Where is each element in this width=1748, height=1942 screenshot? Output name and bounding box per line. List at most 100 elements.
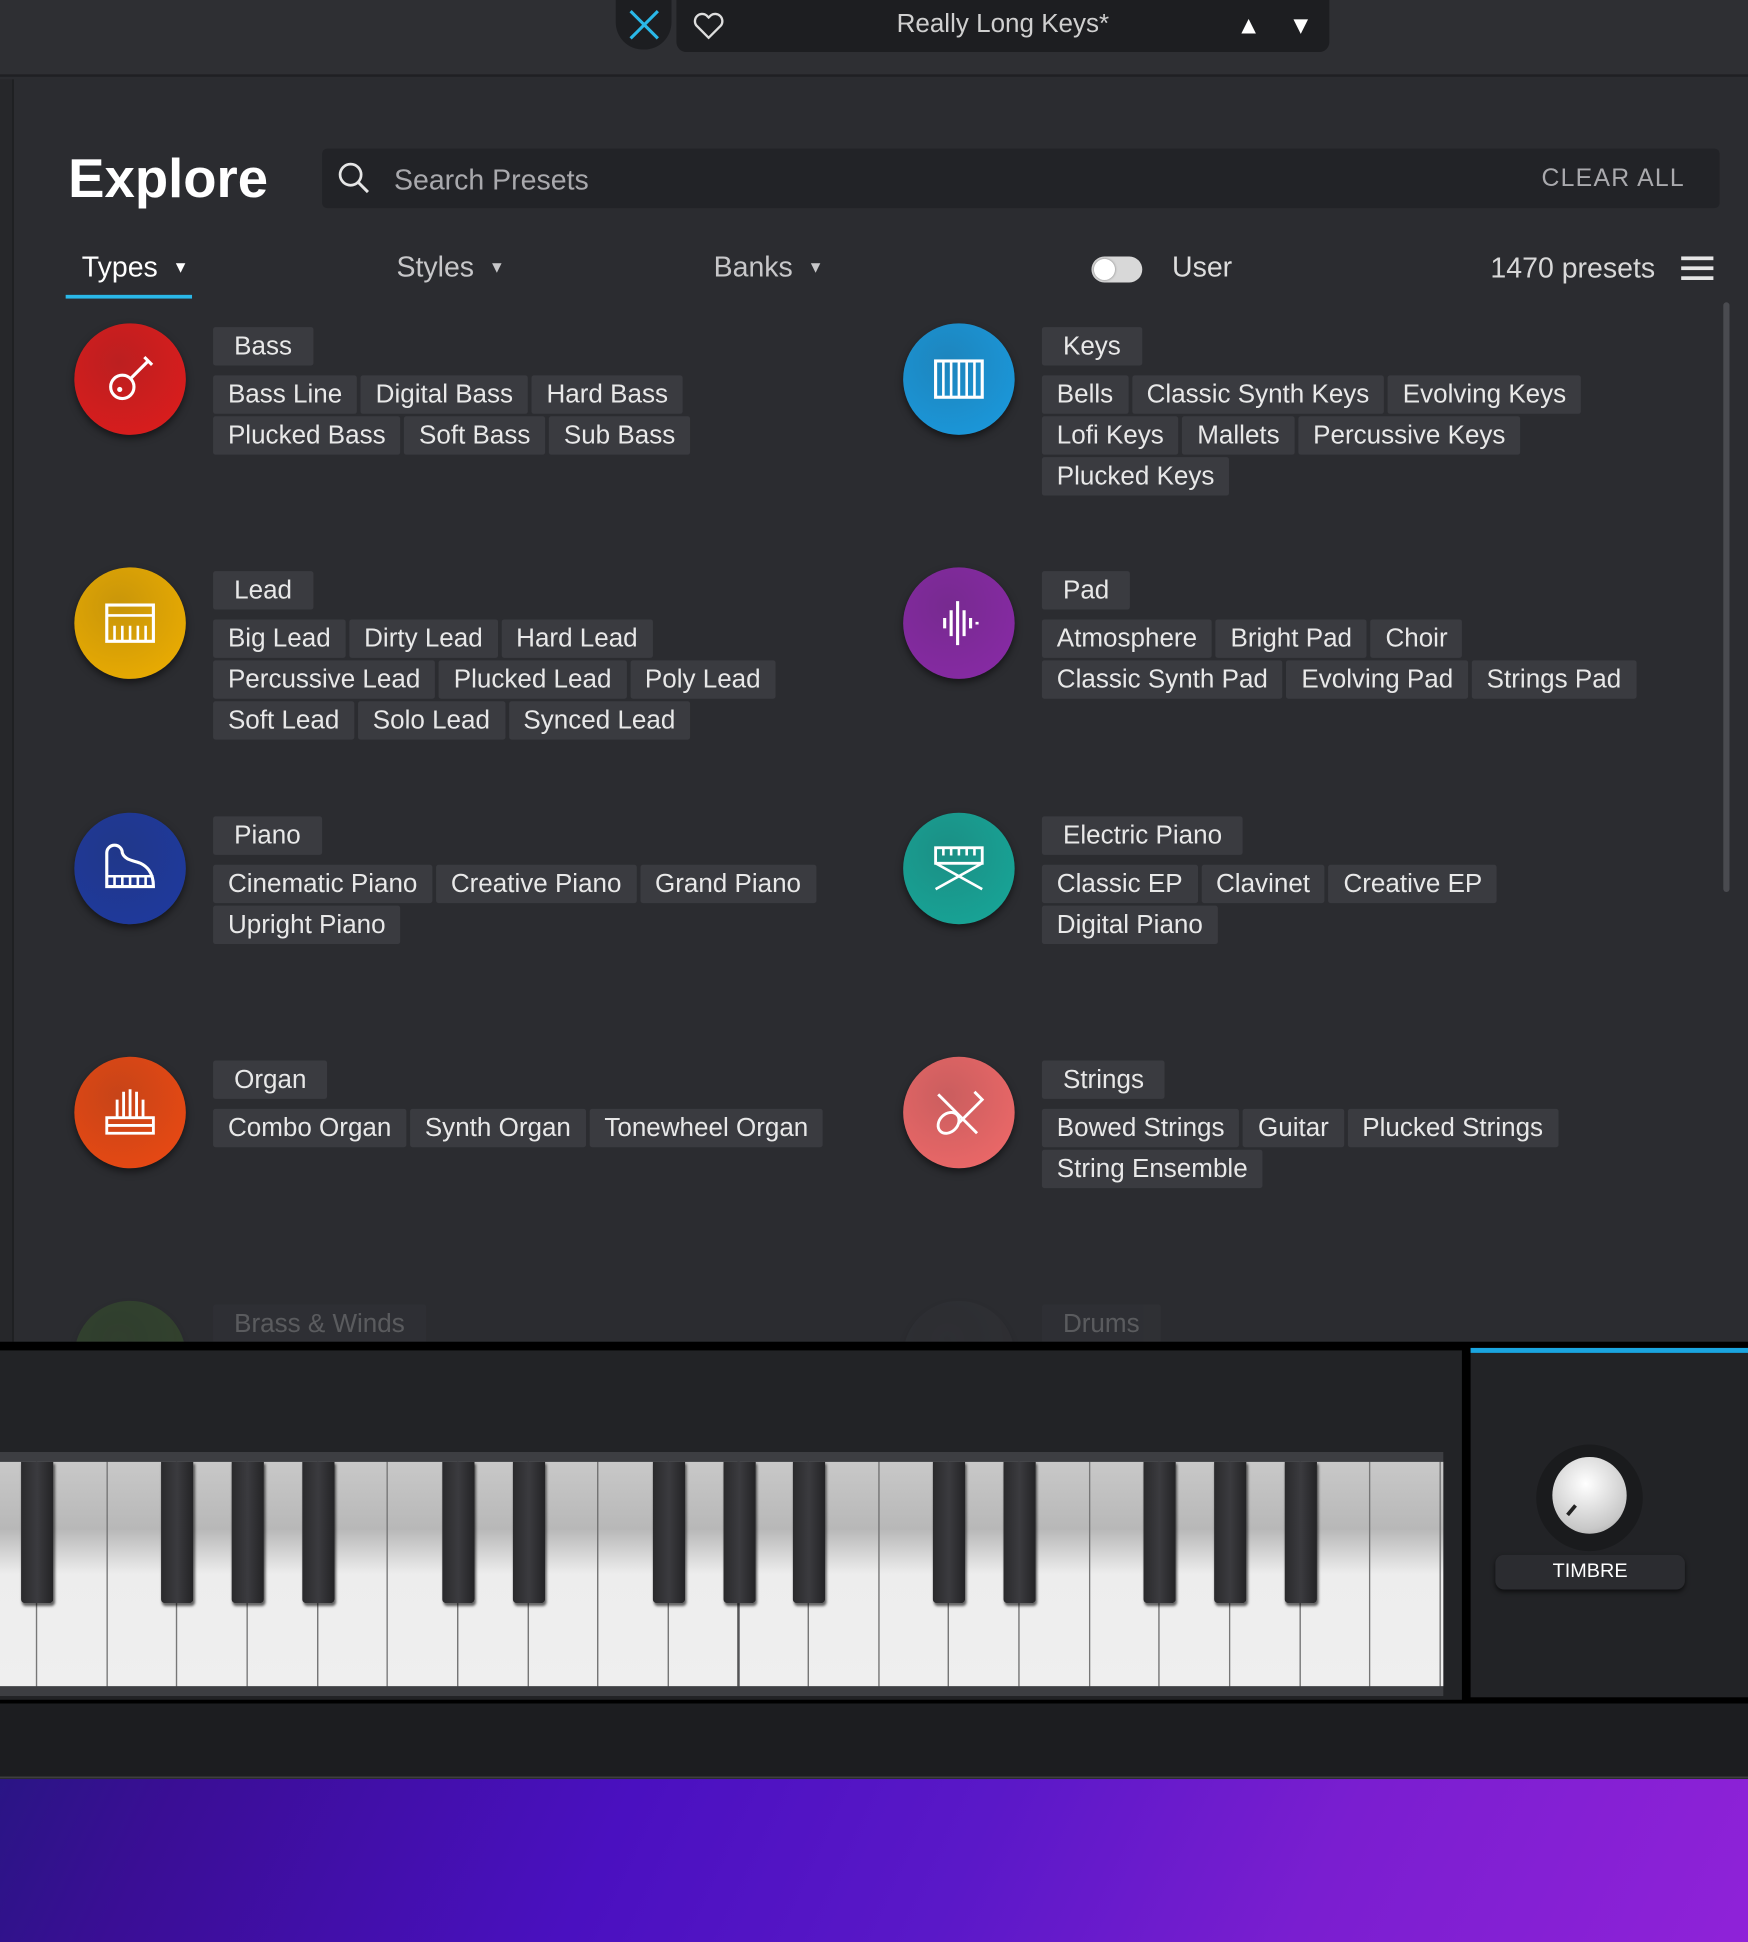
organ-category-icon[interactable] — [74, 1056, 186, 1169]
tag-list: Piano Cinematic Piano Creative Piano Grand … — [213, 816, 907, 946]
subtype-tag[interactable]: Big Lead — [213, 619, 346, 658]
subtype-tag[interactable]: Poly Lead — [630, 660, 776, 699]
search-input[interactable]: Search Presets CLEAR ALL — [322, 148, 1720, 209]
synth-category-icon[interactable] — [74, 567, 186, 679]
tab-banks[interactable]: Banks ▼ — [714, 250, 824, 283]
subtype-tag[interactable]: Classic Synth Pad — [1041, 660, 1283, 699]
subtype-tag[interactable]: Upright Piano — [213, 905, 401, 945]
subtype-tag[interactable]: Synced Lead — [508, 701, 691, 740]
violin-category-icon[interactable] — [903, 1056, 1015, 1169]
subtype-tag[interactable]: Sub Bass — [548, 416, 691, 455]
electric-piano-icon — [934, 846, 984, 891]
subtype-tag[interactable]: Plucked Lead — [438, 660, 627, 699]
subtype-tag[interactable]: Grand Piano — [640, 864, 816, 904]
subtype-tag[interactable]: Plucked Keys — [1041, 457, 1230, 496]
subtype-tag[interactable]: Solo Lead — [357, 701, 505, 740]
black-key[interactable] — [652, 1461, 685, 1604]
bottom-bar — [0, 1703, 1748, 1778]
tab-types[interactable]: Types ▼ — [82, 250, 189, 283]
category-tag[interactable]: Drums — [1041, 1304, 1161, 1342]
subtype-tag[interactable]: Dirty Lead — [349, 619, 498, 658]
black-key[interactable] — [442, 1461, 475, 1604]
subtype-tag[interactable]: Classic EP — [1041, 864, 1198, 904]
black-key[interactable] — [1003, 1461, 1036, 1604]
subtype-tag[interactable]: Bass Line — [213, 375, 358, 414]
black-key[interactable] — [231, 1461, 264, 1604]
black-key[interactable] — [722, 1461, 756, 1604]
subtype-tag[interactable]: String Ensemble — [1041, 1149, 1263, 1189]
subtype-tag[interactable]: Hard Lead — [501, 619, 653, 658]
subtype-tag[interactable]: Percussive Lead — [213, 660, 436, 699]
subtype-tag[interactable]: Lofi Keys — [1041, 416, 1179, 455]
user-toggle[interactable] — [1091, 256, 1143, 283]
subtype-tag[interactable]: Choir — [1370, 619, 1463, 658]
timbre-knob[interactable] — [1552, 1456, 1627, 1534]
subtype-tag[interactable]: Evolving Keys — [1387, 375, 1582, 414]
subtype-tag[interactable]: Classic Synth Keys — [1131, 375, 1385, 414]
black-key[interactable] — [301, 1461, 334, 1604]
electric-piano-category-icon[interactable] — [903, 812, 1015, 925]
black-key[interactable] — [512, 1461, 545, 1604]
hamburger-menu-icon[interactable] — [1681, 256, 1714, 286]
subtype-tag[interactable]: Plucked Bass — [213, 416, 401, 455]
category-tag[interactable]: Bass — [213, 327, 314, 366]
subtype-tag[interactable]: Cinematic Piano — [213, 864, 433, 904]
subtype-tag[interactable]: Combo Organ — [213, 1108, 407, 1148]
black-key[interactable] — [1284, 1461, 1317, 1604]
logo-close-button[interactable] — [615, 0, 672, 50]
category-tag[interactable]: Pad — [1041, 571, 1131, 610]
next-preset-button[interactable]: ▼ — [1288, 12, 1313, 40]
category-tag[interactable]: Lead — [213, 571, 314, 610]
preset-name[interactable]: Really Long Keys* — [676, 10, 1329, 40]
guitar-category-icon[interactable] — [74, 323, 186, 435]
subtype-tag[interactable]: Bright Pad — [1215, 619, 1367, 658]
subtype-tag[interactable]: Creative Piano — [435, 864, 637, 904]
keyboard-category-icon[interactable] — [903, 323, 1015, 435]
subtype-tag[interactable]: Bells — [1041, 375, 1129, 414]
piano-keyboard[interactable] — [0, 1451, 1444, 1697]
subtype-tag[interactable]: Clavinet — [1201, 864, 1325, 904]
subtype-tag[interactable]: Atmosphere — [1041, 619, 1212, 658]
category-tag[interactable]: Organ — [213, 1060, 328, 1099]
category-tag[interactable]: Electric Piano — [1041, 816, 1244, 855]
subtype-tag[interactable]: Mallets — [1182, 416, 1295, 455]
category-tag[interactable]: Brass & Winds — [213, 1304, 426, 1342]
subtype-tag[interactable]: Hard Bass — [531, 375, 683, 414]
black-key[interactable] — [161, 1461, 194, 1604]
subtype-tag[interactable]: Plucked Strings — [1347, 1108, 1558, 1148]
subtype-tag[interactable]: Percussive Keys — [1298, 416, 1521, 455]
subtype-tag[interactable]: Digital Bass — [360, 375, 528, 414]
subtype-tag[interactable]: Bowed Strings — [1041, 1108, 1240, 1148]
black-key[interactable] — [1214, 1461, 1247, 1604]
subtype-tag[interactable]: Creative EP — [1328, 864, 1498, 904]
black-key[interactable] — [1143, 1461, 1177, 1604]
subtype-tag[interactable]: Guitar — [1243, 1108, 1344, 1148]
previous-preset-button[interactable]: ▲ — [1236, 12, 1261, 40]
black-key[interactable] — [21, 1461, 54, 1604]
category-tag[interactable]: Piano — [213, 816, 322, 855]
subtype-tag[interactable]: Digital Piano — [1041, 905, 1218, 945]
controls-panel: TIMBRE — [1470, 1347, 1748, 1698]
category-tag[interactable]: Strings — [1041, 1060, 1166, 1099]
subtype-tag[interactable]: Synth Organ — [409, 1108, 586, 1148]
subtype-tag[interactable]: Evolving Pad — [1286, 660, 1469, 699]
grand-piano-category-icon[interactable] — [74, 812, 186, 925]
white-key[interactable] — [1370, 1461, 1441, 1687]
black-key[interactable] — [933, 1461, 966, 1604]
guitar-icon — [109, 355, 154, 401]
tab-styles[interactable]: Styles ▼ — [396, 250, 504, 283]
category-tag[interactable]: Keys — [1041, 327, 1142, 366]
subtype-tag[interactable]: Strings Pad — [1471, 660, 1637, 699]
waveform-category-icon[interactable] — [903, 567, 1015, 679]
white-key[interactable] — [1440, 1461, 1444, 1687]
subtype-tag[interactable]: Soft Bass — [404, 416, 546, 455]
drum-category-icon[interactable] — [903, 1300, 1015, 1342]
subtype-tag[interactable]: Soft Lead — [213, 701, 355, 740]
clear-all-button[interactable]: CLEAR ALL — [1542, 165, 1685, 193]
brass-category-icon[interactable] — [74, 1300, 186, 1342]
preset-count: 1470 presets — [1490, 251, 1656, 284]
grand-piano-icon — [105, 843, 155, 889]
black-key[interactable] — [793, 1461, 826, 1604]
timbre-label[interactable]: TIMBRE — [1495, 1554, 1685, 1590]
subtype-tag[interactable]: Tonewheel Organ — [589, 1108, 824, 1148]
